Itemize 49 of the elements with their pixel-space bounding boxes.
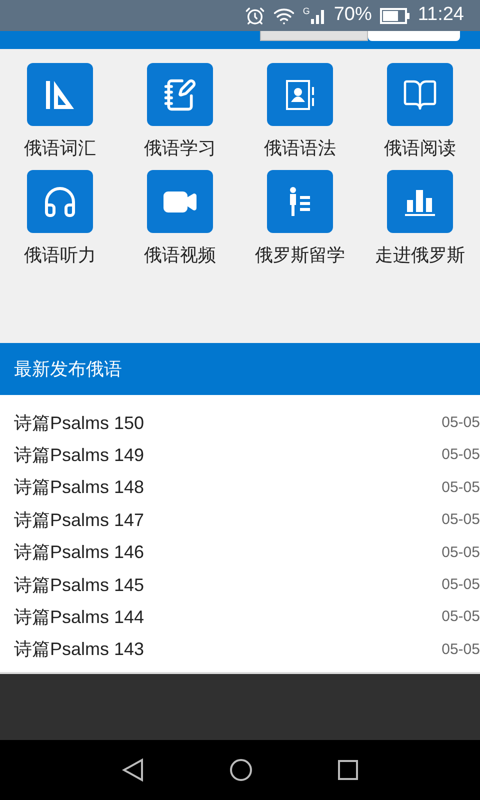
article-date: 05-05 <box>442 542 480 562</box>
category-button[interactable]: 俄语语法 <box>240 63 360 160</box>
article-title: 诗篇Psalms 147 <box>14 508 144 532</box>
article-row[interactable]: 诗篇Psalms 147 05-05 <box>0 504 480 537</box>
article-row[interactable]: 诗篇Psalms 150 05-05 <box>0 407 480 440</box>
article-date: 05-05 <box>442 445 480 466</box>
category-button[interactable]: 俄语视频 <box>120 170 240 267</box>
article-title: 诗篇Psalms 144 <box>14 606 144 630</box>
article-title: 诗篇Psalms 148 <box>14 476 144 500</box>
article-title: 诗篇Psalms 150 <box>14 412 144 435</box>
battery-icon <box>380 8 410 24</box>
battery-percent: 70% <box>334 3 372 28</box>
home-icon[interactable] <box>229 758 253 782</box>
article-title: 诗篇Psalms 143 <box>14 638 144 662</box>
contact-book-icon <box>267 63 333 126</box>
person-list-icon <box>267 170 333 233</box>
alarm-icon <box>244 6 265 26</box>
category-button[interactable]: 俄语听力 <box>0 170 120 267</box>
category-button[interactable]: 俄语词汇 <box>0 63 120 160</box>
video-camera-icon <box>147 170 213 233</box>
article-row[interactable]: 诗篇Psalms 145 05-05 <box>0 568 480 602</box>
search-field[interactable] <box>260 31 368 41</box>
article-date: 05-05 <box>442 640 480 660</box>
open-book-icon <box>387 63 453 126</box>
category-button[interactable]: 俄语学习 <box>120 63 240 160</box>
recents-icon[interactable] <box>337 759 359 781</box>
article-date: 05-05 <box>442 412 480 433</box>
article-title: 诗篇Psalms 149 <box>14 444 144 468</box>
article-row[interactable]: 诗篇Psalms 148 05-05 <box>0 472 480 504</box>
category-button[interactable]: 俄罗斯留学 <box>240 170 360 267</box>
notebook-pen-icon <box>147 63 213 126</box>
article-row[interactable]: 诗篇Psalms 149 05-05 <box>0 439 480 472</box>
article-date: 05-05 <box>442 510 480 530</box>
back-icon[interactable] <box>121 758 145 782</box>
article-title: 诗篇Psalms 145 <box>14 574 144 597</box>
article-row[interactable]: 诗篇Psalms 144 05-05 <box>0 601 480 634</box>
article-date: 05-05 <box>442 478 480 498</box>
article-row[interactable]: 诗篇Psalms 146 05-05 <box>0 536 480 569</box>
article-date: 05-05 <box>442 607 480 628</box>
section-title: 最新发布俄语 <box>14 358 122 380</box>
headphones-icon <box>27 170 93 233</box>
category-button[interactable]: 走进俄罗斯 <box>360 170 480 267</box>
category-button[interactable]: 俄语阅读 <box>360 63 480 160</box>
article-row[interactable]: 诗篇Psalms 143 05-05 <box>0 634 480 666</box>
article-date: 05-05 <box>442 574 480 595</box>
clock: 11:24 <box>418 3 464 28</box>
article-title: 诗篇Psalms 146 <box>14 541 144 564</box>
bar-chart-icon <box>387 170 453 233</box>
network-type: G <box>302 6 310 16</box>
